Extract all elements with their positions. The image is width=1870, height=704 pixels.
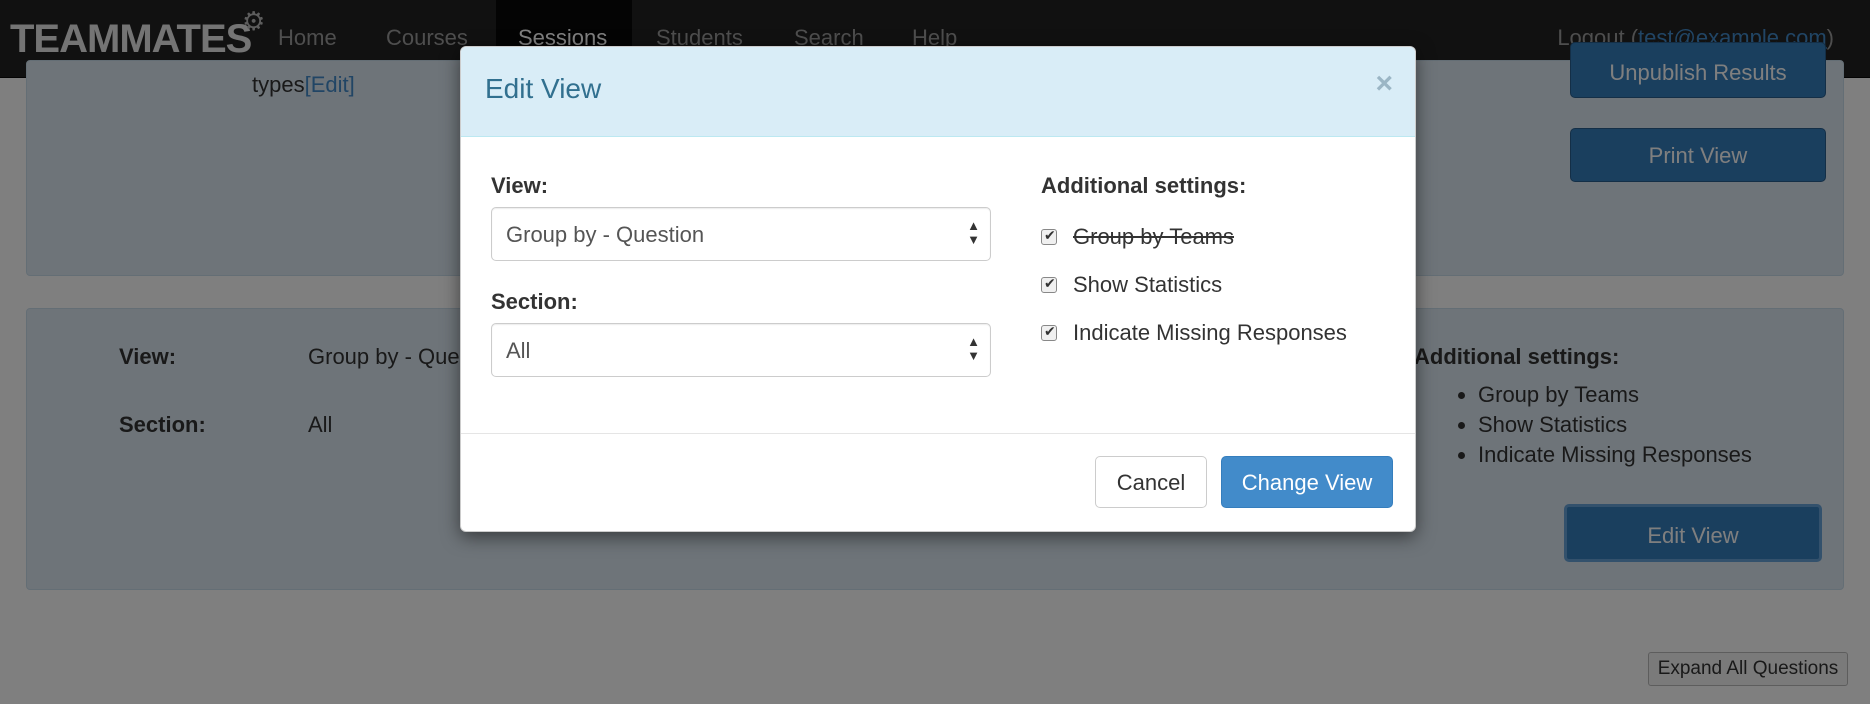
close-icon[interactable]: × — [1375, 67, 1393, 101]
select-arrows-icon: ▲ ▼ — [967, 334, 980, 363]
indicate-missing-responses-checkbox-row[interactable]: Indicate Missing Responses — [1041, 319, 1347, 347]
show-statistics-checkbox[interactable] — [1041, 275, 1057, 293]
change-view-button[interactable]: Change View — [1221, 456, 1393, 508]
modal-view-label: View: — [491, 173, 549, 198]
section-select[interactable]: All ▲ ▼ — [491, 323, 991, 377]
checkbox-label: Show Statistics — [1073, 272, 1223, 297]
view-select[interactable]: Group by - Question ▲ ▼ — [491, 207, 991, 261]
edit-view-modal: Edit View × View: Group by - Question ▲ ▼… — [460, 46, 1416, 532]
section-select-value: All — [506, 338, 531, 363]
modal-section-label: Section: — [491, 289, 578, 314]
indicate-missing-responses-checkbox[interactable] — [1041, 323, 1057, 341]
group-by-teams-checkbox[interactable] — [1041, 227, 1057, 245]
modal-footer: Cancel Change View — [461, 433, 1415, 531]
checkbox-label: Indicate Missing Responses — [1073, 320, 1347, 345]
view-select-value: Group by - Question — [506, 222, 705, 247]
modal-title: Edit View — [485, 73, 602, 104]
cancel-button[interactable]: Cancel — [1095, 456, 1207, 508]
checkbox-label: Group by Teams — [1073, 224, 1235, 249]
modal-settings-title: Additional settings: — [1041, 173, 1247, 198]
modal-header: Edit View × — [461, 47, 1415, 137]
select-arrows-icon: ▲ ▼ — [967, 218, 980, 247]
show-statistics-checkbox-row[interactable]: Show Statistics — [1041, 271, 1222, 299]
group-by-teams-checkbox-row[interactable]: Group by Teams — [1041, 223, 1234, 251]
